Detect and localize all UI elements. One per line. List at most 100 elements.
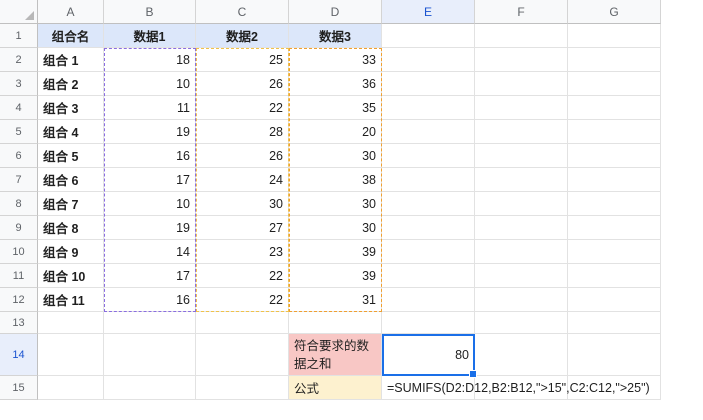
grid-cell[interactable] [475,96,568,120]
grid-cell[interactable] [382,48,475,72]
group-name-cell[interactable]: 组合 1 [38,48,104,72]
grid-cell[interactable] [568,288,661,312]
grid-cell[interactable] [382,144,475,168]
header-cell-name[interactable]: 组合名 [38,24,104,48]
data2-cell[interactable]: 24 [196,168,289,192]
data3-cell[interactable]: 30 [289,216,382,240]
row-header-12[interactable]: 12 [0,288,38,312]
data1-cell[interactable]: 18 [104,48,196,72]
row-header-14[interactable]: 14 [0,334,38,376]
grid-cell[interactable] [382,264,475,288]
grid-cell[interactable] [475,24,568,48]
data2-cell[interactable]: 22 [196,96,289,120]
data2-cell[interactable]: 26 [196,144,289,168]
column-header-c[interactable]: C [196,0,289,24]
grid-cell[interactable] [475,264,568,288]
grid-cell[interactable] [104,376,196,400]
grid-cell[interactable] [382,168,475,192]
column-header-b[interactable]: B [104,0,196,24]
group-name-cell[interactable]: 组合 11 [38,288,104,312]
group-name-cell[interactable]: 组合 2 [38,72,104,96]
grid-cell[interactable] [475,240,568,264]
data1-cell[interactable]: 10 [104,192,196,216]
grid-cell[interactable] [196,312,289,334]
data1-cell[interactable]: 10 [104,72,196,96]
row-header-9[interactable]: 9 [0,216,38,240]
grid-cell[interactable] [568,144,661,168]
data3-cell[interactable]: 20 [289,120,382,144]
column-header-f[interactable]: F [475,0,568,24]
data1-cell[interactable]: 14 [104,240,196,264]
group-name-cell[interactable]: 组合 3 [38,96,104,120]
grid-cell[interactable] [568,24,661,48]
grid-cell[interactable] [196,334,289,376]
data3-cell[interactable]: 35 [289,96,382,120]
data1-cell[interactable]: 19 [104,216,196,240]
grid-cell[interactable] [568,334,661,376]
group-name-cell[interactable]: 组合 10 [38,264,104,288]
row-header-10[interactable]: 10 [0,240,38,264]
grid-cell[interactable] [382,120,475,144]
grid-cell[interactable] [475,288,568,312]
grid-cell[interactable] [475,312,568,334]
data3-cell[interactable]: 30 [289,192,382,216]
grid-cell[interactable] [104,312,196,334]
grid-cell[interactable] [382,24,475,48]
row-header-5[interactable]: 5 [0,120,38,144]
column-header-d[interactable]: D [289,0,382,24]
grid-cell[interactable] [104,334,196,376]
data1-cell[interactable]: 19 [104,120,196,144]
row-header-13[interactable]: 13 [0,312,38,334]
grid-cell[interactable] [568,312,661,334]
grid-cell[interactable] [382,96,475,120]
grid-cell[interactable] [382,312,475,334]
grid-cell[interactable] [382,192,475,216]
grid-cell[interactable] [475,72,568,96]
column-header-g[interactable]: G [568,0,661,24]
grid-cell[interactable] [38,334,104,376]
row-header-11[interactable]: 11 [0,264,38,288]
grid-cell[interactable] [568,72,661,96]
data2-cell[interactable]: 26 [196,72,289,96]
data1-cell[interactable]: 16 [104,288,196,312]
data3-cell[interactable]: 30 [289,144,382,168]
select-all-corner[interactable] [0,0,38,24]
data2-cell[interactable]: 22 [196,288,289,312]
grid-cell[interactable] [475,192,568,216]
grid-cell[interactable] [289,312,382,334]
data1-cell[interactable]: 11 [104,96,196,120]
grid-cell[interactable] [382,72,475,96]
row-header-3[interactable]: 3 [0,72,38,96]
data2-cell[interactable]: 27 [196,216,289,240]
data1-cell[interactable]: 16 [104,144,196,168]
header-cell-data3[interactable]: 数据3 [289,24,382,48]
result-label-cell[interactable]: 符合要求的数据之和 [289,334,382,376]
data3-cell[interactable]: 36 [289,72,382,96]
grid-cell[interactable] [382,240,475,264]
row-header-2[interactable]: 2 [0,48,38,72]
data3-cell[interactable]: 38 [289,168,382,192]
grid-cell[interactable] [568,264,661,288]
group-name-cell[interactable]: 组合 6 [38,168,104,192]
data3-cell[interactable]: 39 [289,264,382,288]
group-name-cell[interactable]: 组合 7 [38,192,104,216]
data1-cell[interactable]: 17 [104,168,196,192]
grid-cell[interactable] [475,120,568,144]
grid-cell[interactable] [568,120,661,144]
grid-cell[interactable] [568,48,661,72]
grid-cell[interactable] [475,168,568,192]
grid-cell[interactable] [475,216,568,240]
grid-cell[interactable] [196,376,289,400]
group-name-cell[interactable]: 组合 8 [38,216,104,240]
grid-cell[interactable] [382,216,475,240]
column-header-a[interactable]: A [38,0,104,24]
group-name-cell[interactable]: 组合 4 [38,120,104,144]
grid-cell[interactable] [568,96,661,120]
data2-cell[interactable]: 28 [196,120,289,144]
row-header-4[interactable]: 4 [0,96,38,120]
grid-cell[interactable] [568,192,661,216]
header-cell-data1[interactable]: 数据1 [104,24,196,48]
data3-cell[interactable]: 31 [289,288,382,312]
grid-cell[interactable] [568,168,661,192]
data1-cell[interactable]: 17 [104,264,196,288]
